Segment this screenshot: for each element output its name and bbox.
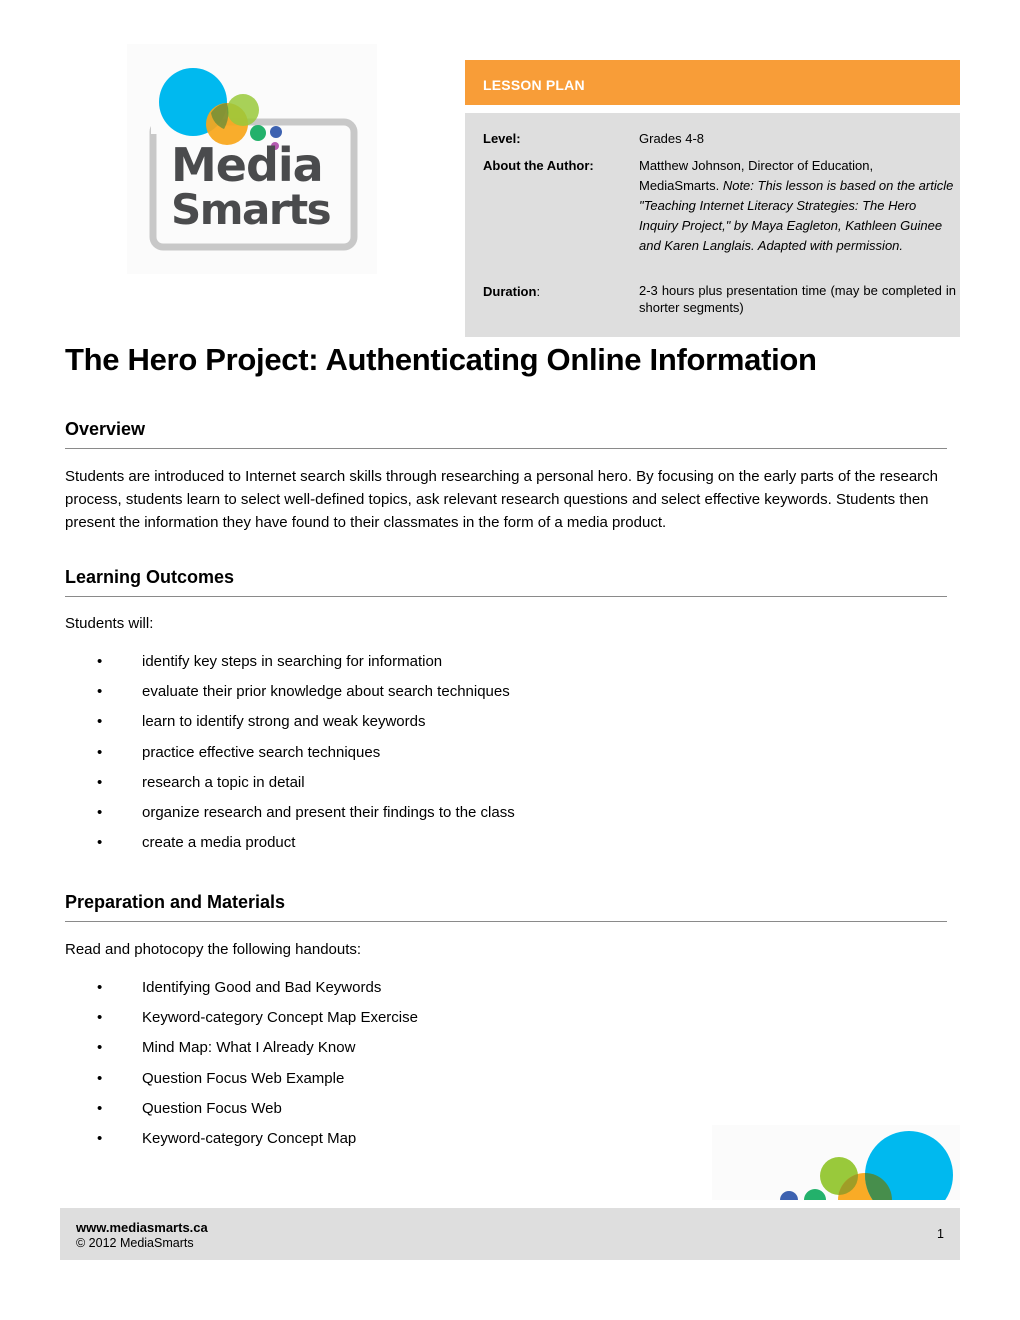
decorative-circles-graphic: [780, 1131, 953, 1200]
mediasmarts-logo-graphic: Media Smarts: [149, 68, 358, 251]
page-footer: www.mediasmarts.ca © 2012 MediaSmarts 1: [60, 1208, 960, 1260]
page-title: The Hero Project: Authenticating Online …: [65, 342, 817, 377]
bullet-icon: •: [97, 683, 103, 701]
preparation-intro: Read and photocopy the following handout…: [65, 941, 362, 958]
bullet-icon: •: [97, 803, 103, 821]
preparation-heading: Preparation and Materials: [65, 892, 286, 912]
footer-website-link[interactable]: www.mediasmarts.ca: [76, 1220, 208, 1235]
logo-green-circle: [227, 94, 259, 126]
learning-outcomes-intro: Students will:: [65, 615, 154, 632]
overview-heading: Overview: [65, 419, 146, 439]
footer-copyright: © 2012 MediaSmarts: [76, 1236, 194, 1250]
bullet-icon: •: [97, 1129, 103, 1147]
level-value: Grades 4-8: [639, 131, 705, 146]
logo-navy-dot: [270, 126, 282, 138]
author-value: Matthew Johnson, Director of Education, …: [639, 156, 956, 256]
bullet-icon: •: [97, 1009, 103, 1027]
bullet-icon: •: [97, 1039, 103, 1057]
deco-teal-circle: [804, 1189, 826, 1200]
learning-outcomes-divider: [65, 596, 947, 597]
logo-text-media: Media: [171, 138, 323, 192]
preparation-divider: [65, 921, 947, 922]
author-label: About the Author:: [483, 158, 594, 173]
lesson-plan-banner: LESSON PLAN: [465, 60, 960, 105]
overview-text: Students are introduced to Internet sear…: [65, 468, 938, 531]
overview-divider: [65, 448, 947, 449]
learning-outcomes-heading: Learning Outcomes: [65, 567, 235, 587]
bullet-icon: •: [97, 743, 103, 761]
bullet-icon: •: [97, 713, 103, 731]
bullet-icon: •: [97, 979, 103, 996]
lesson-plan-label: LESSON PLAN: [483, 77, 585, 93]
bullet-icon: •: [97, 1099, 103, 1117]
deco-navy-circle: [780, 1191, 798, 1200]
logo-text-smarts: Smarts: [171, 185, 331, 234]
bullet-icon: •: [97, 773, 103, 791]
duration-value: 2-3 hours plus presentation time (may be…: [639, 283, 956, 315]
lesson-plan-details: Level: Grades 4-8 About the Author: Matt…: [465, 113, 960, 337]
decorative-circles: [712, 1125, 960, 1200]
page-number: 1: [937, 1227, 944, 1241]
duration-label: Duration:: [483, 284, 541, 299]
bullet-icon: •: [97, 653, 103, 670]
bullet-icon: •: [97, 1069, 103, 1087]
level-label: Level:: [483, 131, 521, 146]
mediasmarts-logo: Media Smarts: [127, 44, 377, 274]
bullet-icon: •: [97, 834, 103, 852]
